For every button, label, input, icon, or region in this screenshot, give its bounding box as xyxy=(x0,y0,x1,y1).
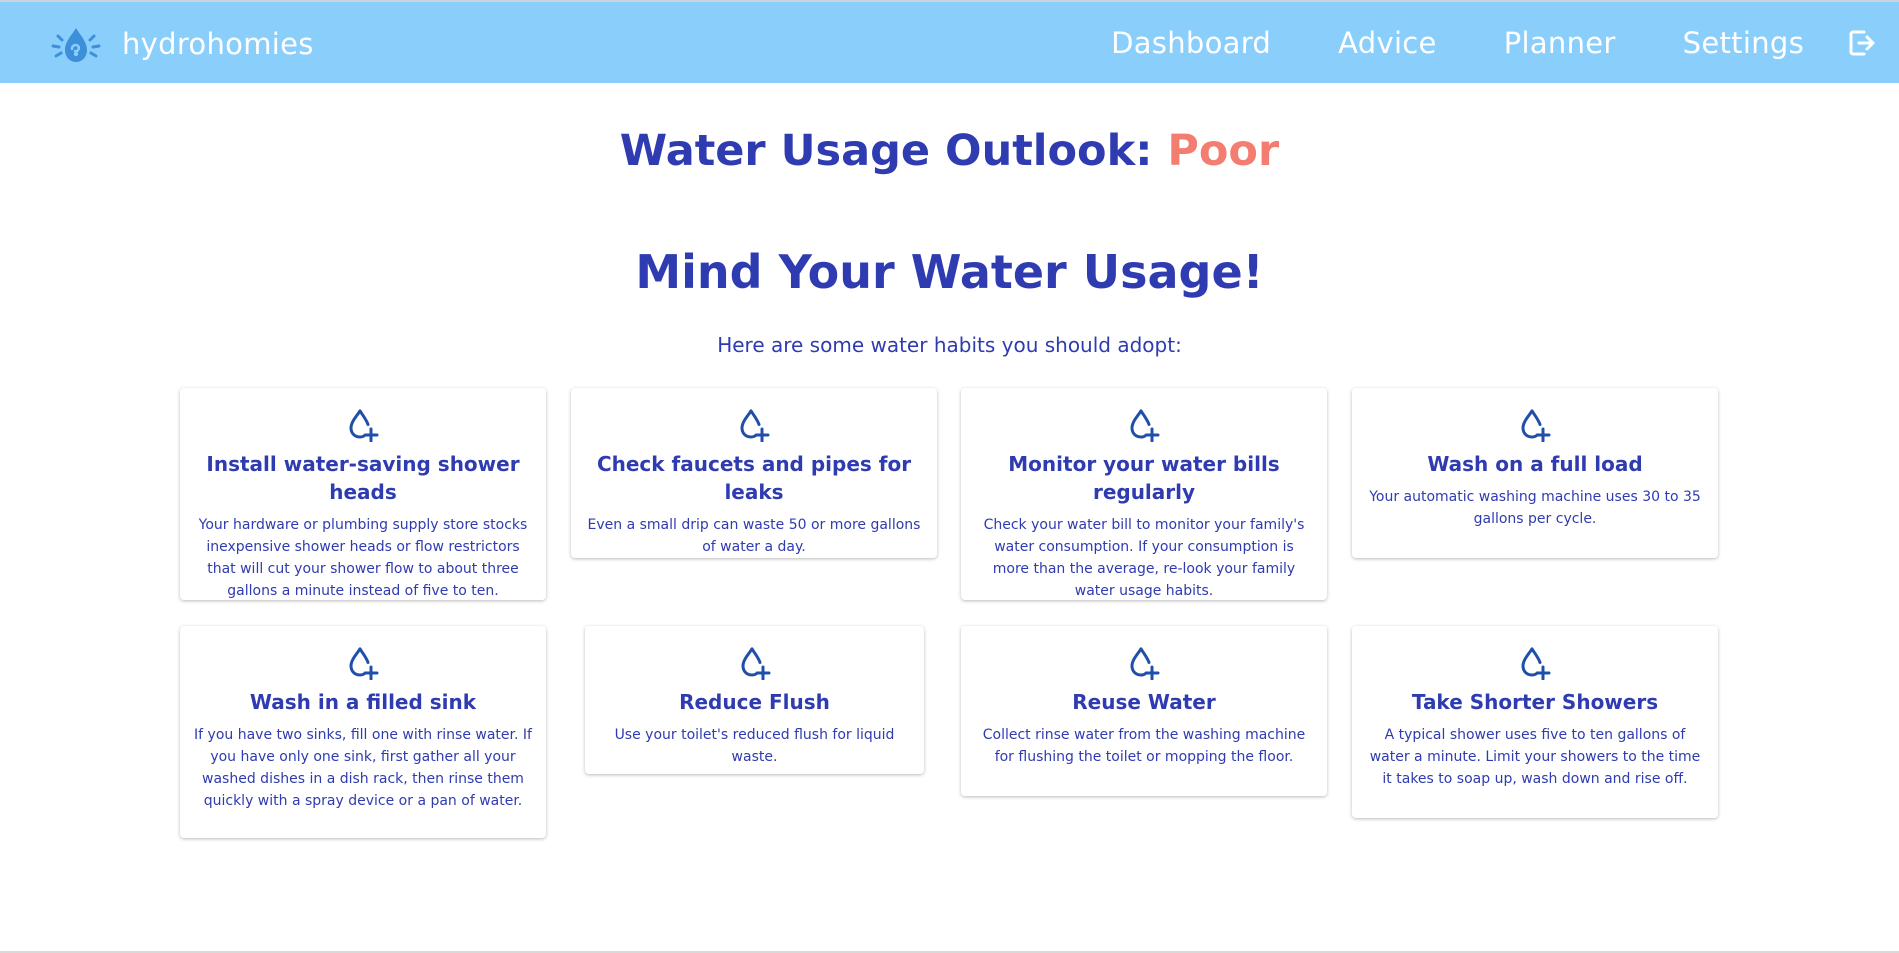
tip-body: A typical shower uses five to ten gallon… xyxy=(1369,727,1701,787)
tip-card: Reduce Flush Use your toilet's reduced f… xyxy=(585,626,924,774)
tip-title: Check faucets and pipes for leaks xyxy=(596,452,912,504)
water-drop-splash-icon xyxy=(51,28,101,62)
tip-card: Wash on a full load Your automatic washi… xyxy=(1352,388,1718,558)
logout-icon[interactable] xyxy=(1848,28,1876,58)
tip-card: Check faucets and pipes for leaks Even a… xyxy=(571,388,937,558)
top-navbar: hydrohomies Dashboard Advice Planner Set… xyxy=(0,0,1899,83)
tip-title: Install water-saving shower heads xyxy=(206,452,520,504)
nav-link-advice[interactable]: Advice xyxy=(1338,26,1437,60)
page-headline: Mind Your Water Usage! xyxy=(635,245,1264,299)
tip-card: Take Shorter Showers A typical shower us… xyxy=(1352,626,1718,818)
outlook-label: Water Usage Outlook: xyxy=(619,126,1153,176)
tip-card: Reuse Water Collect rinse water from the… xyxy=(961,626,1327,796)
brand-home-link[interactable]: hydrohomies xyxy=(50,22,314,66)
tip-body: If you have two sinks, fill one with rin… xyxy=(194,727,532,809)
nav-link-planner[interactable]: Planner xyxy=(1504,26,1616,60)
water-drop-plus-icon xyxy=(740,647,770,680)
brand-name: hydrohomies xyxy=(122,27,314,61)
tip-title: Wash in a filled sink xyxy=(249,690,477,714)
tip-title: Monitor your water bills regularly xyxy=(1008,452,1280,504)
tip-title: Wash on a full load xyxy=(1427,452,1643,476)
tip-title: Reduce Flush xyxy=(679,690,830,714)
water-drop-plus-icon xyxy=(1521,409,1551,442)
water-drop-plus-icon xyxy=(1130,647,1160,680)
tip-body: Your automatic washing machine uses 30 t… xyxy=(1369,489,1701,527)
tip-card: Install water-saving shower heads Your h… xyxy=(180,388,546,600)
nav-link-settings[interactable]: Settings xyxy=(1683,26,1804,60)
water-drop-plus-icon xyxy=(349,647,379,680)
nav-links: Dashboard Advice Planner Settings xyxy=(1111,2,1899,83)
water-drop-plus-icon xyxy=(349,409,379,442)
water-drop-plus-icon xyxy=(1130,409,1160,442)
nav-link-dashboard[interactable]: Dashboard xyxy=(1111,26,1271,60)
outlook-rating: Poor xyxy=(1167,126,1280,176)
tip-body: Collect rinse water from the washing mac… xyxy=(982,727,1306,765)
water-usage-outlook: Water Usage Outlook: Poor xyxy=(0,126,1899,176)
tip-card: Wash in a filled sink If you have two si… xyxy=(180,626,546,838)
tip-body: Even a small drip can waste 50 or more g… xyxy=(587,517,921,555)
water-drop-plus-icon xyxy=(1521,647,1551,680)
tip-card: Monitor your water bills regularly Check… xyxy=(961,388,1327,600)
page-subheadline: Here are some water habits you should ad… xyxy=(717,333,1182,357)
tip-body: Use your toilet's reduced flush for liqu… xyxy=(614,727,895,765)
water-drop-plus-icon xyxy=(740,409,770,442)
tip-body: Check your water bill to monitor your fa… xyxy=(983,517,1305,599)
tip-body: Your hardware or plumbing supply store s… xyxy=(198,517,528,599)
tip-title: Reuse Water xyxy=(1072,690,1216,714)
tip-title: Take Shorter Showers xyxy=(1411,690,1659,714)
